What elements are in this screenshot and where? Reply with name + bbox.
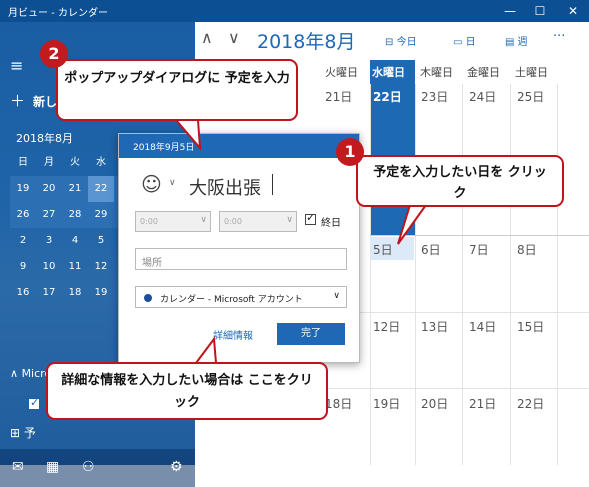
callout2-text: ポップアップダイアログに 予定を入力	[64, 71, 290, 86]
step-badge-1: 1	[336, 138, 364, 166]
callout3-tail	[194, 336, 218, 364]
callout1-text: 予定を入力したい日を クリック	[373, 165, 547, 201]
step-badge-2: 2	[40, 40, 68, 68]
callout-popup-input: ポップアップダイアログに 予定を入力	[56, 59, 298, 121]
callout1-tail	[397, 204, 428, 245]
callout-click-date: 予定を入力したい日を クリック	[356, 155, 564, 207]
callout-more-details: 詳細な情報を入力したい場合は ここをクリック	[46, 362, 328, 420]
callout2-tail	[173, 119, 202, 151]
callout3-text: 詳細な情報を入力したい場合は ここをクリック	[61, 373, 313, 410]
